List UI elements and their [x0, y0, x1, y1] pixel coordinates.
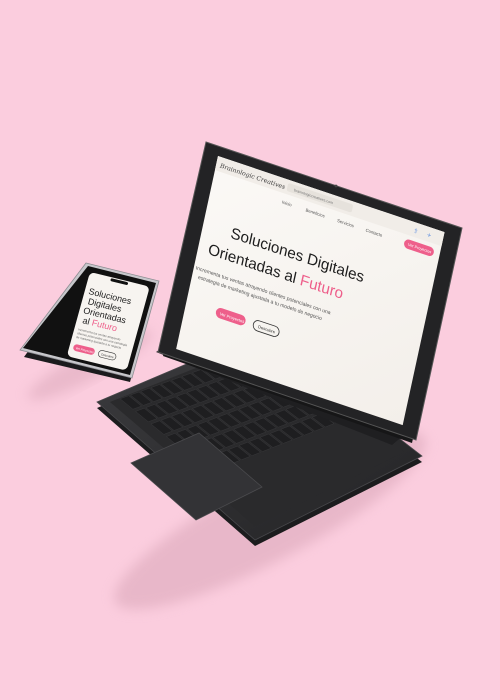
device-mockup-scene: Brainnlogic Creatives brainnlogiccreativ… — [19, 141, 463, 610]
phone: Soluciones Digitales Orientadas al Futur… — [19, 262, 160, 382]
tablet-camera — [334, 184, 338, 188]
